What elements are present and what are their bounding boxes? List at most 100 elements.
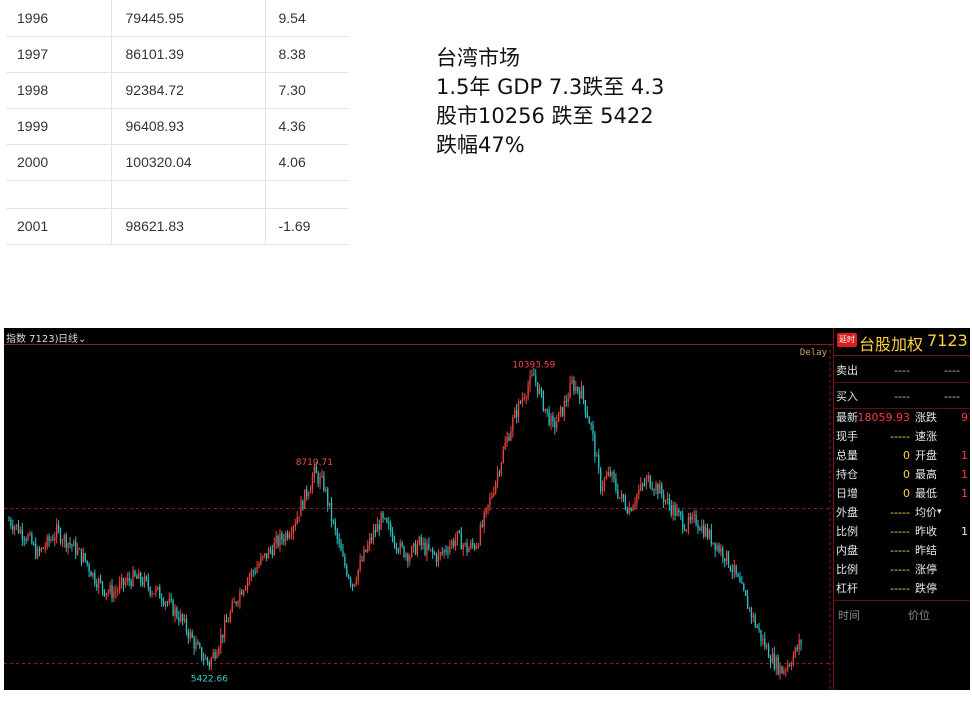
candle-body [430, 549, 432, 551]
candle-body [235, 601, 237, 604]
candle-body [395, 544, 398, 550]
candle-body [664, 500, 667, 502]
candle-body [462, 544, 464, 550]
candle-body [403, 546, 405, 558]
candle-body [584, 400, 587, 413]
candle-body [252, 570, 254, 572]
candle-body [174, 608, 176, 616]
candle-body [54, 537, 56, 541]
candle-body [473, 544, 476, 549]
candle-body [607, 471, 609, 476]
candle-body [483, 512, 485, 527]
candle-body [33, 543, 35, 545]
candle-body [695, 514, 697, 525]
candle-body [498, 472, 501, 474]
buy-value: ---- [894, 390, 910, 403]
candle-body [594, 434, 596, 457]
candle-body [414, 543, 417, 555]
candle-body [271, 550, 274, 556]
candle-body [149, 587, 151, 595]
candle-body [99, 579, 102, 582]
stat-value: 91.82 [961, 411, 970, 424]
candle-body [447, 551, 449, 553]
instrument-code: 7123 [927, 331, 968, 350]
candle-body [628, 508, 630, 514]
stat-label: 速涨 [915, 430, 937, 443]
chevron-down-icon[interactable]: ▾ [937, 503, 942, 522]
candle-body [111, 585, 113, 598]
gdp-cell: 96408.93 [111, 108, 266, 145]
candle-body [708, 530, 711, 538]
stat-value: 1 [961, 468, 968, 481]
candle-body [630, 508, 632, 511]
candle-body [426, 543, 428, 555]
quote-stat-row: 内盘 ----- 昨结 [834, 541, 970, 560]
candle-body [491, 495, 493, 498]
candle-body [437, 554, 440, 562]
price-column-label: 价位 [908, 609, 930, 622]
growth-cell: 4.06 [265, 144, 348, 181]
stat-label: 外盘 [836, 506, 858, 519]
candle-body [653, 489, 655, 491]
candle-body [464, 542, 466, 545]
candle-body [351, 584, 354, 587]
candle-body [409, 557, 411, 562]
sell-volume: ---- [944, 364, 960, 377]
candle-body [599, 468, 602, 491]
candle-body [378, 523, 380, 530]
candle-body [97, 579, 100, 588]
candle-body [506, 437, 508, 443]
candle-body [151, 593, 153, 595]
period-selector[interactable]: 日线⌄ [58, 330, 86, 345]
candle-body [788, 664, 791, 666]
candle-body [632, 506, 634, 511]
candle-body [349, 578, 352, 585]
candle-body [222, 634, 224, 638]
candle-body [168, 598, 170, 603]
stat-label: 比例 [836, 525, 858, 538]
candle-body [678, 510, 680, 513]
candle-body [241, 591, 243, 595]
candle-body [573, 380, 575, 392]
candlestick-chart-panel[interactable]: 10393.59 8710.71 5422.66 指数 7123) 日线⌄ Dela… [4, 328, 833, 690]
gdp-cell: 86101.39 [111, 36, 266, 73]
candle-body [521, 398, 524, 403]
candle-body [317, 473, 319, 484]
candlestick-chart[interactable]: 10393.59 8710.71 5422.66 [4, 328, 833, 690]
candle-body [206, 657, 209, 663]
candle-body [575, 386, 577, 392]
candle-body [208, 662, 211, 667]
candle-body [651, 487, 653, 490]
candle-body [470, 542, 472, 549]
candle-body [626, 508, 629, 514]
candle-body [781, 665, 783, 674]
stat-label: 最高 [915, 468, 937, 481]
candle-body [334, 521, 337, 530]
candle-body [57, 524, 60, 530]
stat-value: ----- [890, 544, 910, 557]
candle-body [197, 642, 199, 645]
gdp-cell: 98621.83 [111, 208, 266, 245]
candle-body [92, 572, 94, 577]
candle-body [609, 471, 611, 476]
candle-body [363, 549, 365, 561]
instrument-name[interactable]: 台股加权 [859, 331, 923, 355]
candle-body [578, 391, 581, 399]
candle-body [294, 524, 296, 527]
candle-body [330, 502, 333, 521]
candle-body [183, 618, 186, 621]
candle-body [355, 580, 357, 585]
gdp-cell [111, 180, 266, 209]
candle-body [155, 588, 157, 594]
candle-body [262, 556, 264, 558]
candle-body [128, 577, 130, 582]
chart-top-divider [4, 344, 833, 345]
candle-body [267, 549, 270, 559]
stat-value: ----- [890, 582, 910, 595]
candle-body [556, 421, 558, 428]
chart-toolbar: 指数 7123) 日线⌄ [4, 328, 833, 345]
candle-body [617, 489, 619, 498]
candle-body [725, 551, 728, 562]
quote-stat-row: 最新18059.93 涨跌 91.82 [834, 408, 970, 427]
candle-body [533, 374, 535, 376]
